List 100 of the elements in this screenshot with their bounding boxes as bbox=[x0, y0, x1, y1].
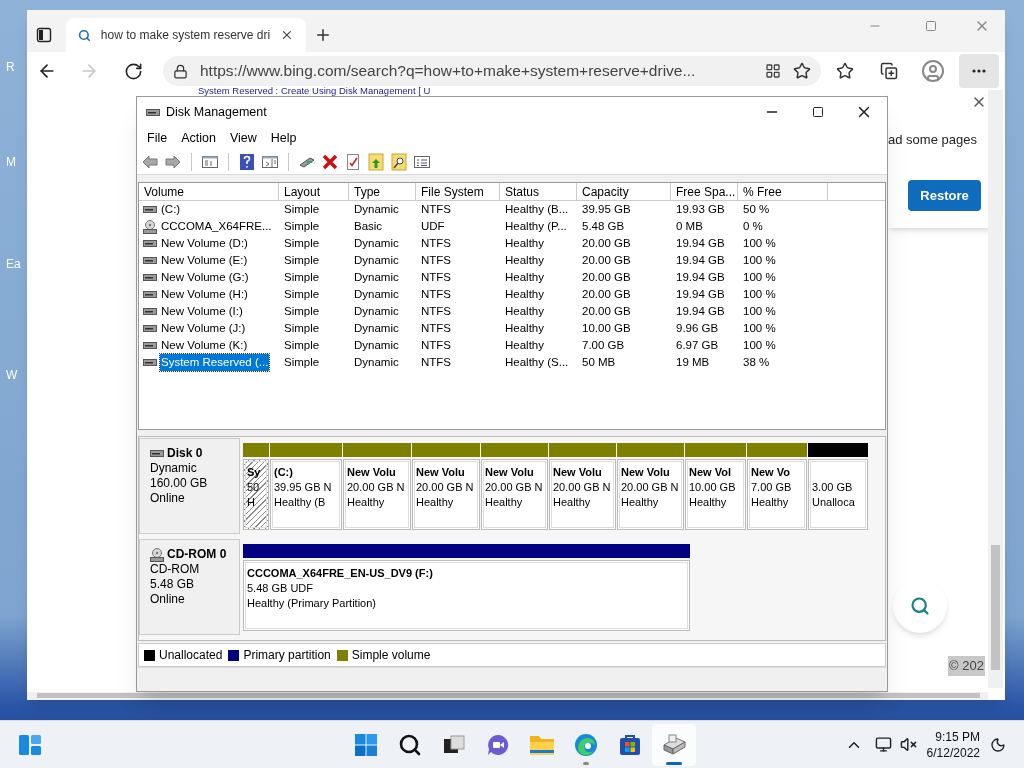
column-header[interactable]: Volume bbox=[139, 183, 279, 200]
scrollbar[interactable] bbox=[988, 90, 1003, 688]
scrollbar[interactable] bbox=[27, 692, 988, 700]
search-button[interactable] bbox=[893, 579, 947, 633]
column-header[interactable]: File System bbox=[416, 183, 500, 200]
menu-item[interactable]: File bbox=[141, 128, 174, 148]
partition-size: 10.00 GB bbox=[689, 480, 737, 495]
table-cell: Simple bbox=[284, 202, 320, 215]
drive-label[interactable]: (C:) bbox=[160, 200, 182, 219]
checklist-icon[interactable] bbox=[344, 152, 362, 171]
start-icon[interactable] bbox=[354, 732, 378, 757]
window-title: Disk Management bbox=[166, 103, 267, 121]
table-cell: NTFS bbox=[421, 304, 452, 317]
clock[interactable]: 9:15 PM 6/12/2022 bbox=[926, 728, 980, 761]
partition-status: Healthy bbox=[347, 495, 386, 510]
column-header[interactable]: Layout bbox=[279, 183, 349, 200]
table-cell: Healthy bbox=[505, 338, 544, 351]
network-icon[interactable] bbox=[874, 736, 892, 753]
disk-label-panel[interactable]: CD-ROM 0 CD-ROM 5.48 GB Online bbox=[139, 539, 240, 635]
partition-status: Healthy (Primary Partition) bbox=[247, 596, 377, 611]
table-cell: 20.00 GB bbox=[582, 287, 631, 300]
table-cell: Dynamic bbox=[354, 270, 399, 283]
partition-block[interactable]: (C:) 39.95 GB N Healthy (B bbox=[270, 459, 342, 530]
table-cell: NTFS bbox=[421, 287, 452, 300]
column-header[interactable]: Status bbox=[500, 183, 577, 200]
partition-name: CCCOMA_X64FRE_EN-US_DV9 (F:) bbox=[247, 566, 434, 581]
table-cell: 20.00 GB bbox=[582, 270, 631, 283]
table-cell: Dynamic bbox=[354, 202, 399, 215]
partition-block[interactable]: New Volu 20.00 GB N Healthy bbox=[481, 459, 548, 530]
refresh-icon[interactable] bbox=[123, 61, 143, 81]
table-cell: 38 % bbox=[743, 355, 770, 368]
partition-name: New Volu bbox=[553, 465, 603, 480]
table-cell: 19.94 GB bbox=[676, 287, 725, 300]
star-icon[interactable] bbox=[793, 62, 811, 80]
drive-label[interactable]: System Reserved (... bbox=[160, 353, 270, 372]
partition-status: H bbox=[247, 495, 256, 510]
drive-label[interactable]: New Volume (H:) bbox=[160, 285, 249, 304]
drive-label[interactable]: New Volume (J:) bbox=[160, 319, 247, 338]
table-cell: Simple bbox=[284, 270, 320, 283]
widgets-icon[interactable] bbox=[18, 732, 42, 757]
partition-status: Healthy bbox=[553, 495, 592, 510]
column-header[interactable]: Free Spa... bbox=[671, 183, 738, 200]
collections-icon[interactable] bbox=[880, 62, 898, 80]
menu-item[interactable]: Help bbox=[264, 128, 303, 148]
partition-size: 39.95 GB N bbox=[274, 480, 333, 495]
drive-icon bbox=[143, 341, 157, 350]
drive-label[interactable]: CCCOMA_X64FRE... bbox=[160, 217, 273, 236]
drive-label[interactable]: New Volume (K:) bbox=[160, 336, 249, 355]
delete-icon[interactable] bbox=[321, 152, 339, 171]
partition-name: New Vo bbox=[751, 465, 791, 480]
partition-block[interactable]: New Volu 20.00 GB N Healthy bbox=[549, 459, 616, 530]
table-cell: Basic bbox=[354, 219, 383, 232]
partition-block[interactable]: 3.00 GB Unalloca bbox=[808, 459, 868, 530]
column-header[interactable]: Capacity bbox=[577, 183, 671, 200]
store-icon[interactable] bbox=[618, 732, 642, 757]
column-header[interactable]: % Free bbox=[738, 183, 828, 200]
drive-icon[interactable] bbox=[661, 732, 687, 757]
menu-item[interactable]: View bbox=[223, 128, 263, 148]
folder-search-icon[interactable] bbox=[390, 152, 408, 171]
tab-actions-icon[interactable] bbox=[36, 27, 52, 43]
table-cell: 100 % bbox=[743, 338, 776, 351]
table-cell: 100 % bbox=[743, 253, 776, 266]
lock-icon bbox=[173, 63, 188, 79]
maximize-icon[interactable] bbox=[812, 106, 824, 118]
partition-block[interactable]: New Volu 20.00 GB N Healthy bbox=[617, 459, 684, 530]
partition-block[interactable]: CCCOMA_X64FRE_EN-US_DV9 (F:) 5.48 GB UDF Healthy (Primary Partition) bbox=[243, 560, 690, 631]
partition-block[interactable]: New Vo 7.00 GB Healthy bbox=[747, 459, 807, 530]
page-heading[interactable]: System Reserved : Create Using Disk Management [ U bbox=[198, 86, 431, 96]
table-cell: 0 % bbox=[743, 219, 763, 232]
drive-icon bbox=[143, 239, 157, 248]
legend-label: Primary partition bbox=[243, 647, 331, 664]
browser-icon[interactable] bbox=[574, 732, 598, 757]
drive-label[interactable]: New Volume (E:) bbox=[160, 251, 249, 270]
search-icon[interactable] bbox=[398, 732, 422, 757]
browser-tab[interactable]: how to make system reserve dri bbox=[66, 18, 306, 52]
help-icon[interactable] bbox=[238, 152, 256, 171]
partition-block[interactable]: New Volu 20.00 GB N Healthy bbox=[343, 459, 411, 530]
partition-block[interactable]: New Vol 10.00 GB Healthy bbox=[685, 459, 746, 530]
restore-button[interactable]: Restore bbox=[908, 180, 981, 211]
disk-label-panel[interactable]: Disk 0 Dynamic 160.00 GB Online bbox=[139, 438, 240, 534]
new-tab-icon[interactable] bbox=[314, 26, 332, 44]
drive-label[interactable]: New Volume (G:) bbox=[160, 268, 250, 287]
menu-item[interactable]: Action bbox=[175, 128, 222, 148]
drive-label[interactable]: New Volume (I:) bbox=[160, 302, 244, 321]
table-cell: Healthy bbox=[505, 236, 544, 249]
moon-icon[interactable] bbox=[990, 736, 1006, 753]
address-bar[interactable]: https://www.bing.com/search?q=how+to+make+system+reserve+drive... bbox=[163, 56, 821, 86]
favorites-icon[interactable] bbox=[836, 62, 854, 80]
column-header[interactable]: Type bbox=[349, 183, 416, 200]
close-icon[interactable] bbox=[280, 28, 294, 42]
drive-label[interactable]: New Volume (D:) bbox=[160, 234, 249, 253]
table-cell: 100 % bbox=[743, 236, 776, 249]
chat-icon[interactable] bbox=[486, 732, 510, 757]
folder-up-icon[interactable] bbox=[367, 152, 385, 171]
muted-volume-icon[interactable] bbox=[899, 736, 917, 753]
profile-icon[interactable] bbox=[921, 59, 945, 83]
partition-block[interactable]: New Volu 20.00 GB N Healthy bbox=[412, 459, 480, 530]
partition-status: Healthy bbox=[416, 495, 455, 510]
apps-icon[interactable] bbox=[765, 63, 781, 79]
partition-block[interactable]: Sy 50 H bbox=[243, 459, 269, 530]
